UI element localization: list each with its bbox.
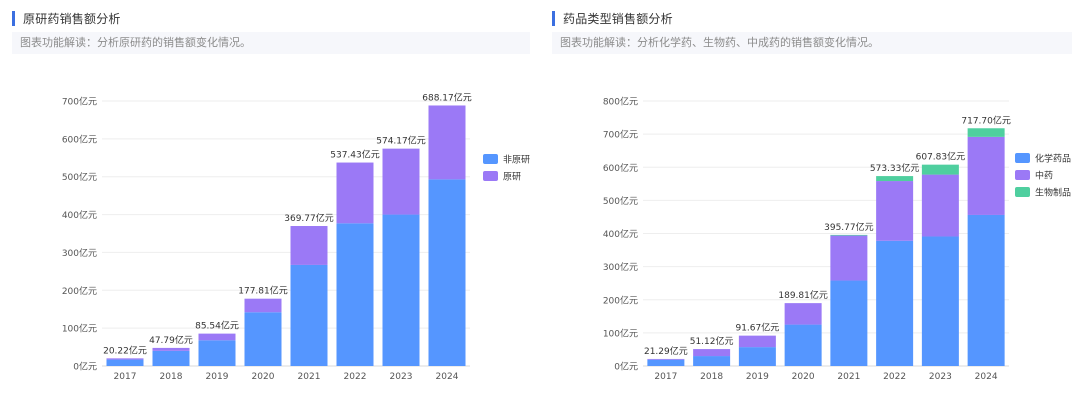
- bar-segment: [336, 162, 374, 224]
- y-tick-label: 300亿元: [62, 247, 97, 259]
- bar-total-label: 51.12亿元: [690, 335, 734, 347]
- bar-total-label: 717.70亿元: [961, 114, 1011, 126]
- y-tick-label: 0亿元: [73, 361, 97, 373]
- chart-panel-drug-types: 药品类型销售额分析 图表功能解读：分析化学药、生物药、中成药的销售额变化情况。 …: [540, 0, 1080, 408]
- legend-swatch: [1015, 153, 1030, 163]
- y-tick-label: 300亿元: [603, 261, 638, 273]
- bar-total-label: 85.54亿元: [195, 320, 239, 332]
- bar-segment: [784, 303, 822, 325]
- bar-segment: [152, 347, 190, 351]
- x-tick-label: 2023: [390, 372, 413, 382]
- x-tick-label: 2021: [837, 372, 860, 382]
- bar-segment: [738, 335, 776, 348]
- legend-label: 原研: [503, 172, 521, 183]
- x-tick-label: 2022: [344, 372, 367, 382]
- y-tick-label: 200亿元: [62, 285, 97, 297]
- x-tick-label: 2020: [792, 372, 815, 382]
- x-tick-label: 2024: [436, 372, 459, 382]
- bar-total-label: 574.17亿元: [376, 135, 426, 147]
- bar-segment: [382, 214, 420, 366]
- x-tick-label: 2023: [929, 372, 952, 382]
- bar-segment: [244, 298, 282, 313]
- bar-total-label: 189.81亿元: [778, 289, 828, 301]
- bar-segment: [647, 359, 685, 366]
- bar-total-label: 607.83亿元: [916, 151, 966, 163]
- bar-segment: [693, 356, 731, 366]
- bar-segment: [647, 358, 685, 360]
- bar-total-label: 573.33亿元: [870, 162, 920, 174]
- bar-segment: [336, 223, 374, 366]
- legend-label: 中药: [1035, 170, 1053, 182]
- x-tick-label: 2024: [975, 372, 998, 382]
- y-tick-label: 500亿元: [62, 171, 97, 183]
- x-tick-label: 2021: [298, 372, 321, 382]
- bar-segment: [921, 236, 959, 366]
- bar-segment: [106, 358, 144, 360]
- bar-total-label: 177.81亿元: [238, 285, 288, 297]
- bar-segment: [876, 240, 914, 366]
- y-tick-label: 400亿元: [603, 228, 638, 240]
- x-tick-label: 2020: [252, 372, 275, 382]
- legend-swatch: [1015, 187, 1030, 197]
- bar-segment: [967, 128, 1005, 137]
- bar-total-label: 395.77亿元: [824, 221, 874, 233]
- bar-segment: [921, 164, 959, 175]
- bar-segment: [830, 235, 868, 281]
- y-tick-label: 500亿元: [603, 195, 638, 207]
- bar-total-label: 537.43亿元: [330, 149, 380, 161]
- stacked-bar-chart-originator: 0亿元 100亿元 200亿元 300亿元 400亿元 500亿元 600亿元 700亿元 20…: [62, 91, 530, 382]
- x-tick-label: 2018: [160, 372, 183, 382]
- chart-panel-originator-drugs: 原研药销售额分析 图表功能解读：分析原研药的销售额变化情况。 0亿元 100亿元 2…: [0, 0, 540, 408]
- y-tick-label: 700亿元: [603, 129, 638, 141]
- x-tick-label: 2017: [654, 372, 677, 382]
- y-tick-label: 600亿元: [62, 133, 97, 145]
- x-tick-label: 2017: [114, 372, 137, 382]
- bar-total-label: 369.77亿元: [284, 212, 334, 224]
- legend-swatch: [483, 154, 498, 164]
- y-tick-label: 100亿元: [603, 327, 638, 339]
- y-tick-label: 200亿元: [603, 294, 638, 306]
- y-tick-label: 600亿元: [603, 162, 638, 174]
- bar-total-label: 91.67亿元: [735, 322, 779, 334]
- x-tick-label: 2018: [700, 372, 723, 382]
- bar-total-label: 688.17亿元: [422, 91, 472, 103]
- legend-label: 非原研: [503, 154, 530, 166]
- bar-segment: [198, 333, 236, 341]
- bar-segment: [290, 226, 328, 265]
- legend-label: 生物制品: [1035, 187, 1071, 199]
- bar-segment: [830, 234, 868, 236]
- bar-segment: [876, 176, 914, 182]
- bar-segment: [876, 181, 914, 241]
- y-tick-label: 400亿元: [62, 209, 97, 221]
- bar-segment: [921, 174, 959, 237]
- bar-segment: [152, 350, 190, 366]
- bar-segment: [967, 136, 1005, 215]
- bar-segment: [967, 214, 1005, 366]
- y-tick-label: 0亿元: [614, 361, 638, 373]
- bar-segment: [198, 340, 236, 366]
- y-tick-label: 100亿元: [62, 323, 97, 335]
- bar-segment: [428, 179, 466, 366]
- y-tick-label: 800亿元: [603, 96, 638, 108]
- legend-swatch: [483, 171, 498, 181]
- bar-total-label: 47.79亿元: [149, 334, 193, 346]
- y-tick-label: 700亿元: [62, 96, 97, 108]
- bar-segment: [693, 349, 731, 357]
- legend-label: 化学药品: [1035, 153, 1071, 165]
- stacked-bar-chart-drug-types: 0亿元 100亿元 200亿元 300亿元 400亿元 500亿元 600亿元 700亿元 80…: [603, 96, 1071, 383]
- bar-segment: [738, 347, 776, 366]
- bar-segment: [106, 359, 144, 366]
- bar-segment: [428, 105, 466, 180]
- legend-swatch: [1015, 170, 1030, 180]
- bar-segment: [382, 148, 420, 215]
- x-tick-label: 2019: [746, 372, 769, 382]
- bar-segment: [290, 264, 328, 366]
- bar-segment: [244, 312, 282, 366]
- bar-segment: [830, 280, 868, 366]
- bar-total-label: 20.22亿元: [103, 344, 147, 356]
- bar-segment: [784, 324, 822, 366]
- x-tick-label: 2019: [206, 372, 229, 382]
- bar-total-label: 21.29亿元: [644, 345, 688, 357]
- x-tick-label: 2022: [883, 372, 906, 382]
